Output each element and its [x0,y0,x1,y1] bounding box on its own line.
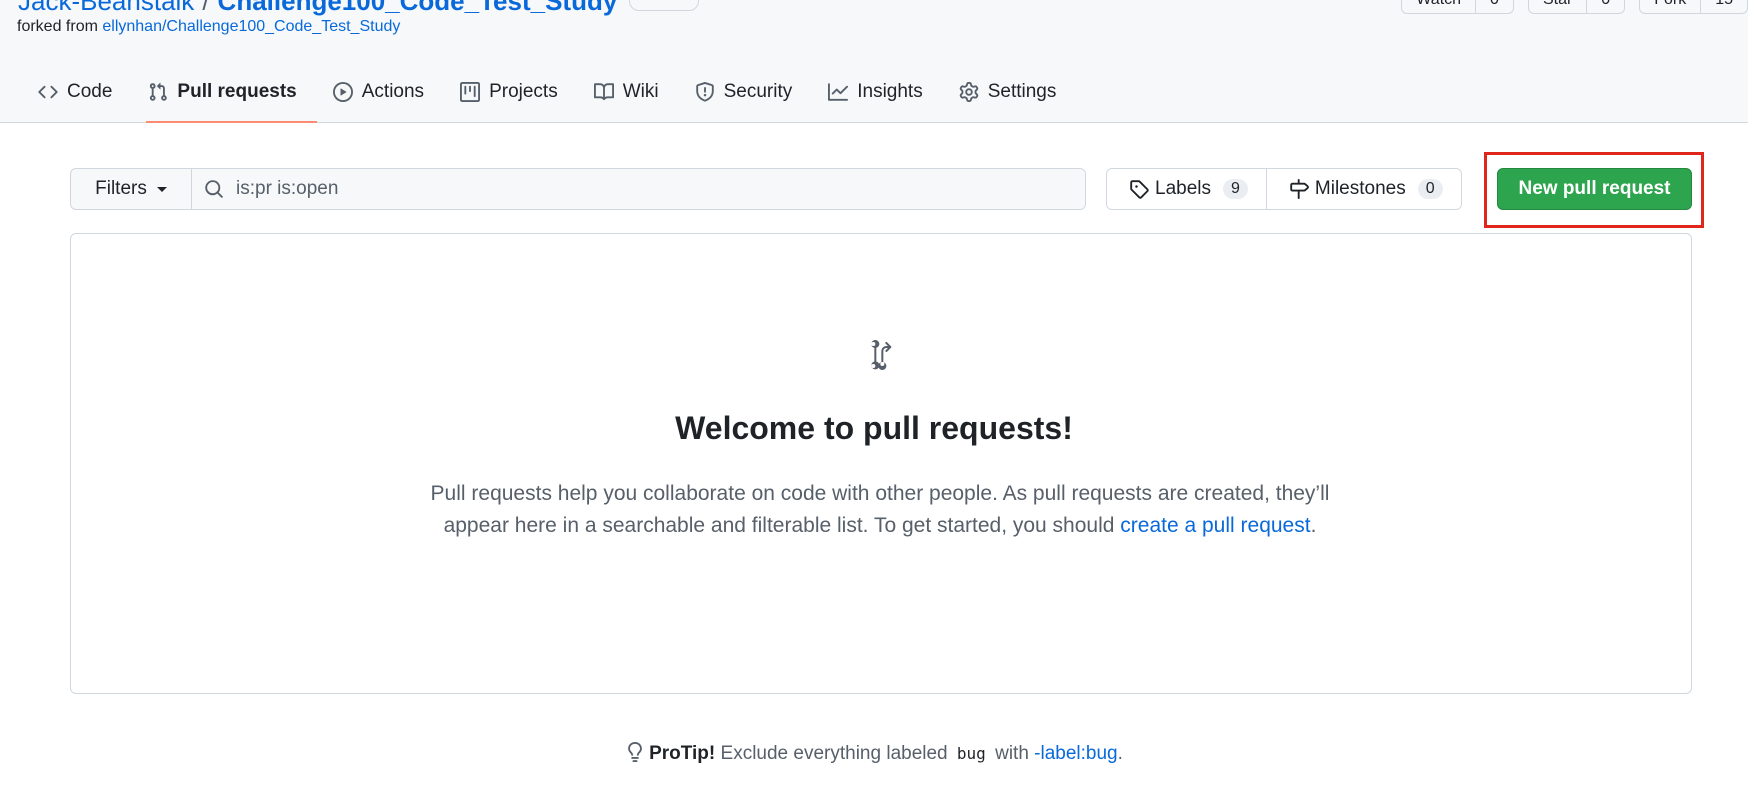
star-button[interactable]: Star [1529,0,1588,13]
fork-label: Fork [1654,0,1686,9]
fork-button[interactable]: Fork [1640,0,1702,13]
tab-wiki[interactable]: Wiki [576,68,677,115]
watch-label: Watch [1416,0,1461,9]
blankslate-description: Pull requests help you collaborate on co… [430,478,1330,542]
search-box[interactable] [192,169,1085,209]
repo-nav-tabs: Code Pull requests Actions Projects Wiki… [20,68,1074,123]
watch-count[interactable]: 0 [1476,0,1513,13]
repo-header: Jack-Beanstalk / Challenge100_Code_Test_… [0,0,1748,123]
protip-text-1: Exclude everything labeled [715,743,953,764]
repo-title: Jack-Beanstalk / Challenge100_Code_Test_… [18,0,700,17]
filter-bar: Filters [70,168,1086,210]
repo-actions: Watch 0 Star 0 Fork 15 [1401,0,1748,14]
protip-end: . [1117,743,1123,764]
star-count-value: 0 [1601,0,1610,9]
fork-count[interactable]: 15 [1701,0,1747,13]
tab-settings[interactable]: Settings [941,68,1075,115]
forked-from-line: forked from ellynhan/Challenge100_Code_T… [17,18,400,36]
repo-title-separator: / [202,0,210,16]
tab-actions[interactable]: Actions [315,68,442,115]
tab-security-label: Security [723,80,793,102]
tab-actions-label: Actions [361,80,425,102]
milestones-button[interactable]: Milestones 0 [1265,169,1461,209]
star-button-group[interactable]: Star 0 [1527,0,1626,14]
repo-owner-link[interactable]: Jack-Beanstalk [18,0,194,17]
play-icon [332,81,353,102]
table-icon [460,81,481,102]
tab-projects[interactable]: Projects [442,68,576,115]
search-input[interactable] [236,178,936,200]
search-icon [205,180,223,198]
book-icon [593,82,614,100]
shield-icon [695,81,714,102]
tab-pull-requests-label: Pull requests [177,80,297,102]
tab-wiki-label: Wiki [622,80,659,102]
protip-text-2: with [989,743,1035,764]
milestones-count: 0 [1417,179,1443,199]
protip: ProTip! Exclude everything labeled bug w… [0,742,1748,765]
tab-insights[interactable]: Insights [810,68,940,115]
fork-count-value: 15 [1715,0,1733,9]
forked-from-link[interactable]: ellynhan/Challenge100_Code_Test_Study [102,18,400,35]
fork-button-group[interactable]: Fork 15 [1639,0,1748,14]
labels-count: 9 [1223,179,1248,199]
gear-icon [959,81,978,102]
repo-name-link[interactable]: Challenge100_Code_Test_Study [218,0,618,17]
blankslate-box [70,233,1692,694]
graph-icon [828,82,849,101]
caret-down-icon [156,186,167,192]
light-bulb-icon [628,742,642,762]
star-count[interactable]: 0 [1587,0,1624,13]
new-pull-request-button[interactable]: New pull request [1497,168,1692,210]
blankslate-period: . [1310,514,1317,537]
git-pull-request-icon [864,340,896,372]
milestones-label: Milestones [1314,178,1406,199]
tab-pull-requests[interactable]: Pull requests [130,68,318,123]
filters-dropdown-button[interactable]: Filters [71,169,192,209]
labels-button[interactable]: Labels 9 [1107,169,1266,209]
watch-button-group[interactable]: Watch 0 [1401,0,1514,14]
protip-label: ProTip! [649,743,716,764]
labels-label: Labels [1155,178,1211,199]
star-label: Star [1543,0,1572,9]
forked-from-prefix: forked from [17,18,103,35]
tab-code[interactable]: Code [20,68,130,115]
blankslate-title: Welcome to pull requests! [675,410,1073,446]
tab-security[interactable]: Security [677,68,811,115]
tag-icon [1130,180,1149,199]
tab-code-label: Code [67,80,113,102]
create-pull-request-link[interactable]: create a pull request [1120,514,1310,537]
tab-insights-label: Insights [857,80,923,102]
labels-milestones-group: Labels 9 Milestones 0 [1106,168,1462,210]
milestone-icon [1290,179,1309,199]
watch-count-value: 0 [1490,0,1499,9]
code-icon [38,85,58,98]
watch-button[interactable]: Watch [1402,0,1477,13]
tab-settings-label: Settings [987,80,1057,102]
git-pull-request-icon [150,82,168,101]
protip-code: bug [956,744,986,763]
filters-label: Filters [95,178,147,199]
tab-projects-label: Projects [489,80,558,102]
protip-label-link[interactable]: -label:bug [1034,743,1117,764]
visibility-badge [629,0,700,11]
